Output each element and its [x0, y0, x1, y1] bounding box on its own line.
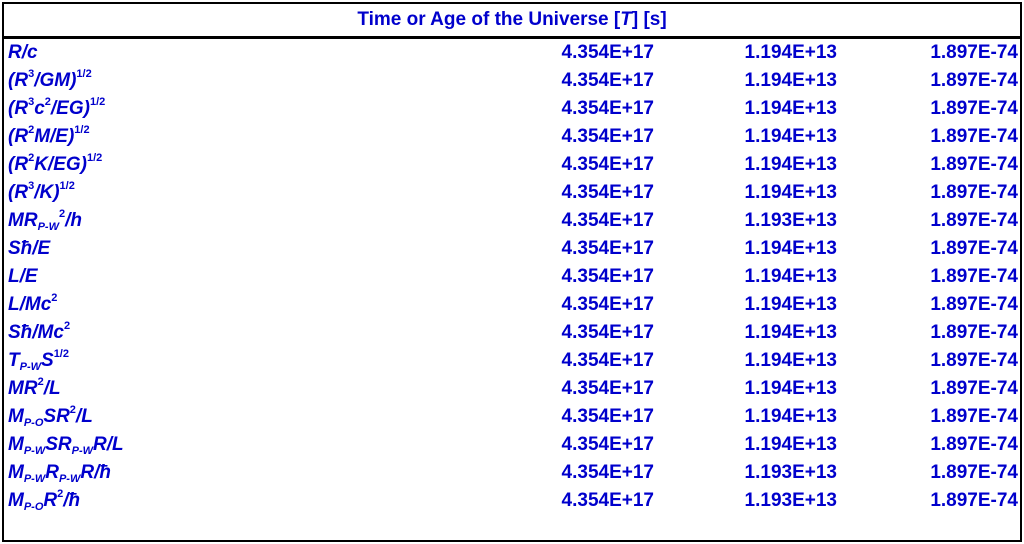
value-cell-1: 4.354E+17: [561, 70, 654, 91]
value-cell-1: 4.354E+17: [561, 238, 654, 259]
value-cell-1: 4.354E+17: [561, 434, 654, 455]
table-row: (R2K/EG)1/2 4.354E+17 1.194E+13 1.897E-74: [4, 151, 1020, 179]
value-cell-1: 4.354E+17: [561, 462, 654, 483]
formula-cell: MP-WRP-WR/ħ: [8, 462, 111, 485]
value-cell-1: 4.354E+17: [561, 126, 654, 147]
table-row: TP-WS1/2 4.354E+17 1.194E+13 1.897E-74: [4, 347, 1020, 375]
table-body: R/c 4.354E+17 1.194E+13 1.897E-74 (R3/GM)1/2…: [4, 39, 1020, 515]
table-row: Sħ/E 4.354E+17 1.194E+13 1.897E-74: [4, 235, 1020, 263]
value-cell-1: 4.354E+17: [561, 154, 654, 175]
formula-cell: R/c: [8, 42, 38, 63]
table-title: Time or Age of the Universe [T] [s]: [4, 4, 1020, 39]
table-row: (R3/K)1/2 4.354E+17 1.194E+13 1.897E-74: [4, 179, 1020, 207]
table-row: R/c 4.354E+17 1.194E+13 1.897E-74: [4, 39, 1020, 67]
value-cell-2: 1.194E+13: [744, 294, 837, 315]
value-cell-1: 4.354E+17: [561, 378, 654, 399]
formula-cell: (R3/K)1/2: [8, 180, 75, 204]
value-cell-2: 1.194E+13: [744, 42, 837, 63]
value-cell-1: 4.354E+17: [561, 322, 654, 343]
table-row: L/E 4.354E+17 1.194E+13 1.897E-74: [4, 263, 1020, 291]
value-cell-2: 1.193E+13: [744, 490, 837, 511]
value-cell-2: 1.194E+13: [744, 154, 837, 175]
value-cell-2: 1.194E+13: [744, 98, 837, 119]
value-cell-1: 4.354E+17: [561, 210, 654, 231]
formula-cell: MP-WSRP-WR/L: [8, 434, 124, 457]
formula-cell: (R2K/EG)1/2: [8, 152, 103, 176]
value-cell-3: 1.897E-74: [930, 238, 1018, 259]
table-row: MP-WRP-WR/ħ 4.354E+17 1.193E+13 1.897E-74: [4, 459, 1020, 487]
table-row: MR2/L 4.354E+17 1.194E+13 1.897E-74: [4, 375, 1020, 403]
formula-cell: (R3c2/EG)1/2: [8, 96, 106, 120]
value-cell-1: 4.354E+17: [561, 182, 654, 203]
value-cell-2: 1.193E+13: [744, 210, 837, 231]
value-cell-2: 1.194E+13: [744, 238, 837, 259]
value-cell-2: 1.194E+13: [744, 434, 837, 455]
title-symbol: T: [620, 9, 632, 30]
formula-cell: L/Mc2: [8, 292, 58, 316]
table-row: (R3/GM)1/2 4.354E+17 1.194E+13 1.897E-74: [4, 67, 1020, 95]
value-cell-2: 1.194E+13: [744, 182, 837, 203]
table-row: (R3c2/EG)1/2 4.354E+17 1.194E+13 1.897E-74: [4, 95, 1020, 123]
formula-cell: MR2/L: [8, 376, 61, 400]
value-cell-3: 1.897E-74: [930, 406, 1018, 427]
formula-cell: L/E: [8, 266, 38, 287]
value-cell-3: 1.897E-74: [930, 350, 1018, 371]
value-cell-1: 4.354E+17: [561, 98, 654, 119]
table-row: L/Mc2 4.354E+17 1.194E+13 1.897E-74: [4, 291, 1020, 319]
value-cell-1: 4.354E+17: [561, 42, 654, 63]
value-cell-3: 1.897E-74: [930, 378, 1018, 399]
value-cell-1: 4.354E+17: [561, 294, 654, 315]
table-row: (R2M/E)1/2 4.354E+17 1.194E+13 1.897E-74: [4, 123, 1020, 151]
value-cell-2: 1.194E+13: [744, 406, 837, 427]
value-cell-2: 1.194E+13: [744, 350, 837, 371]
value-cell-1: 4.354E+17: [561, 490, 654, 511]
formula-cell: (R2M/E)1/2: [8, 124, 90, 148]
formula-cell: (R3/GM)1/2: [8, 68, 92, 92]
value-cell-3: 1.897E-74: [930, 210, 1018, 231]
table-row: MP-OSR2/L 4.354E+17 1.194E+13 1.897E-74: [4, 403, 1020, 431]
value-cell-2: 1.194E+13: [744, 126, 837, 147]
formula-cell: Sħ/E: [8, 238, 51, 259]
value-cell-3: 1.897E-74: [930, 490, 1018, 511]
value-cell-3: 1.897E-74: [930, 70, 1018, 91]
formula-cell: Sħ/Mc2: [8, 320, 71, 344]
title-prefix: Time or Age of the Universe [: [357, 9, 621, 30]
value-cell-3: 1.897E-74: [930, 294, 1018, 315]
value-cell-3: 1.897E-74: [930, 322, 1018, 343]
table-row: MRP-W2/h 4.354E+17 1.193E+13 1.897E-74: [4, 207, 1020, 235]
table-row: MP-OR2/ħ 4.354E+17 1.193E+13 1.897E-74: [4, 487, 1020, 515]
formula-cell: MP-OSR2/L: [8, 404, 93, 429]
table-row: MP-WSRP-WR/L 4.354E+17 1.194E+13 1.897E-74: [4, 431, 1020, 459]
table-row: Sħ/Mc2 4.354E+17 1.194E+13 1.897E-74: [4, 319, 1020, 347]
value-cell-1: 4.354E+17: [561, 406, 654, 427]
value-cell-3: 1.897E-74: [930, 182, 1018, 203]
value-cell-1: 4.354E+17: [561, 350, 654, 371]
value-cell-2: 1.194E+13: [744, 70, 837, 91]
value-cell-2: 1.194E+13: [744, 266, 837, 287]
formula-cell: TP-WS1/2: [8, 348, 69, 373]
value-cell-3: 1.897E-74: [930, 266, 1018, 287]
value-cell-1: 4.354E+17: [561, 266, 654, 287]
value-cell-2: 1.194E+13: [744, 378, 837, 399]
formula-cell: MP-OR2/ħ: [8, 488, 81, 513]
value-cell-3: 1.897E-74: [930, 126, 1018, 147]
value-cell-2: 1.193E+13: [744, 462, 837, 483]
table-frame: Time or Age of the Universe [T] [s] R/c 4…: [2, 2, 1022, 542]
value-cell-3: 1.897E-74: [930, 98, 1018, 119]
value-cell-3: 1.897E-74: [930, 462, 1018, 483]
value-cell-2: 1.194E+13: [744, 322, 837, 343]
value-cell-3: 1.897E-74: [930, 434, 1018, 455]
formula-cell: MRP-W2/h: [8, 208, 82, 233]
value-cell-3: 1.897E-74: [930, 42, 1018, 63]
title-suffix: ] [s]: [631, 9, 667, 30]
value-cell-3: 1.897E-74: [930, 154, 1018, 175]
